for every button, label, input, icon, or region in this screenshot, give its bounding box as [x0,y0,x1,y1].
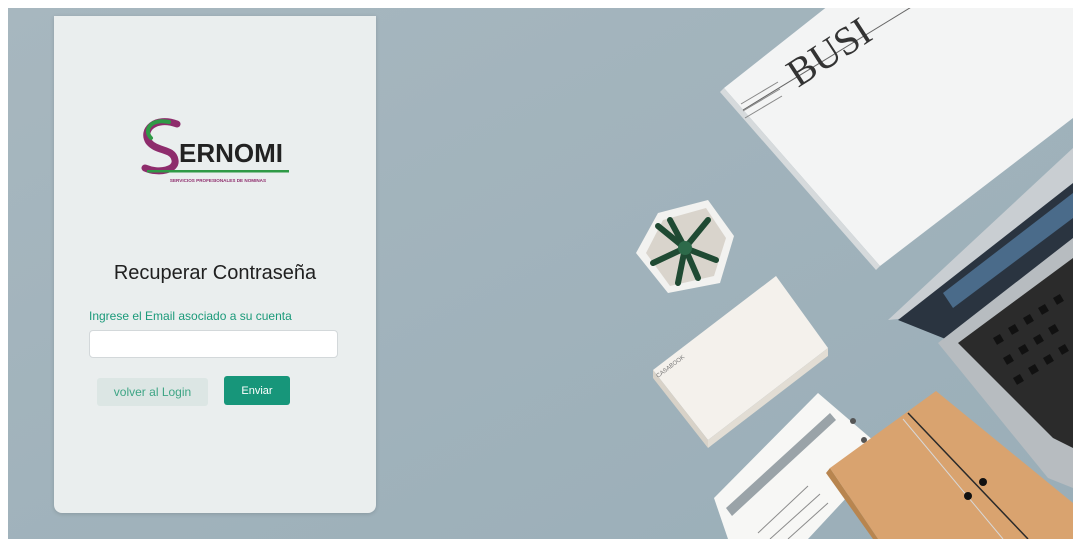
email-input[interactable] [89,330,338,358]
send-button[interactable]: Enviar [224,376,290,405]
logo-tagline: SERVICIOS PROFESIONALES DE NOMINAS [170,178,266,183]
recovery-card: ERNOMI SERVICIOS PROFESIONALES DE NOMINA… [54,16,376,513]
back-to-login-button[interactable]: volver al Login [97,378,208,406]
sernomi-logo: ERNOMI SERVICIOS PROFESIONALES DE NOMINA… [141,118,289,183]
email-label: Ingrese el Email asociado a su cuenta [89,309,292,323]
page-title: Recuperar Contraseña [113,262,317,284]
background-photo: BUSI CASABOOK ERNOMI SERVICIOS PROFESION… [8,8,1073,539]
logo-wordmark: ERNOMI [179,138,283,168]
